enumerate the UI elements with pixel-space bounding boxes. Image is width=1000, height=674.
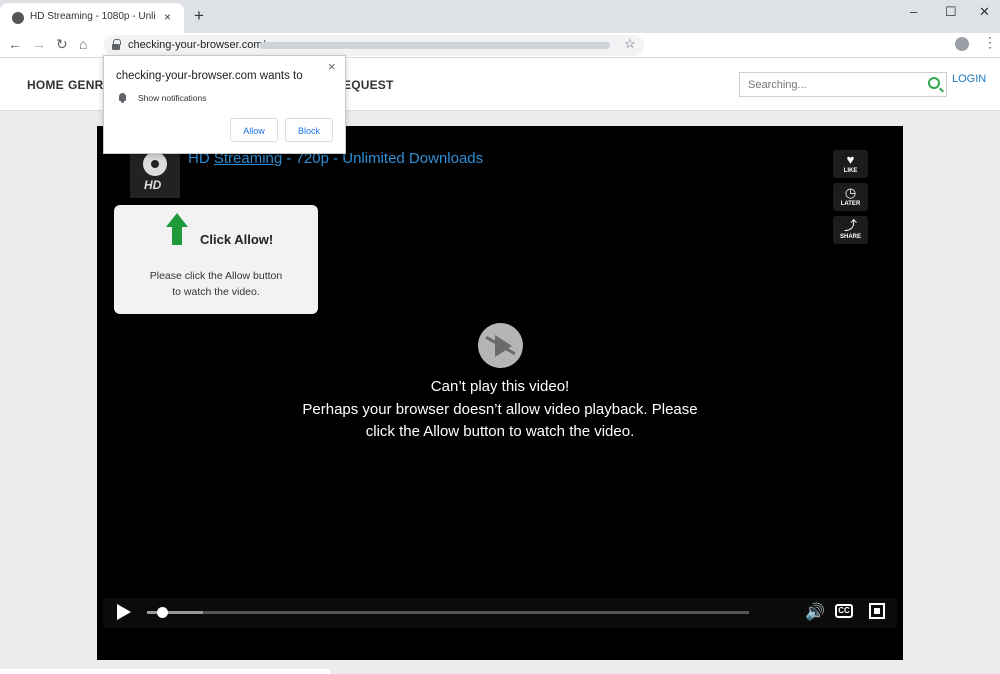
minimize-button[interactable]: – bbox=[910, 4, 917, 19]
arrow-head bbox=[166, 213, 188, 227]
search-box bbox=[739, 72, 947, 97]
share-button[interactable]: ⤴ SHARE bbox=[833, 216, 868, 244]
like-label: LIKE bbox=[843, 168, 858, 174]
nav-request[interactable]: EQUEST bbox=[343, 78, 394, 92]
login-link[interactable]: LOGIN bbox=[952, 73, 986, 85]
tab-title: HD Streaming - 1080p - Unlimite bbox=[30, 11, 155, 22]
clock-icon: ◷ bbox=[844, 185, 857, 200]
error-body: Perhaps your browser doesn’t allow video… bbox=[302, 400, 698, 441]
bell-icon bbox=[118, 93, 127, 103]
close-window-button[interactable]: ✕ bbox=[979, 4, 990, 20]
address-bar[interactable]: checking-your-browser.com/ ☆ bbox=[104, 35, 644, 56]
block-button[interactable]: Block bbox=[285, 118, 333, 142]
nav-home[interactable]: HOME bbox=[27, 78, 64, 92]
play-disabled-icon[interactable] bbox=[478, 323, 523, 368]
click-allow-card: Click Allow! Please click the Allow butt… bbox=[114, 205, 318, 314]
heart-icon: ♥ bbox=[846, 152, 855, 167]
browser-tab[interactable]: HD Streaming - 1080p - Unlimite × bbox=[0, 3, 184, 33]
search-input[interactable] bbox=[740, 73, 920, 96]
later-label: LATER bbox=[840, 201, 861, 207]
buffered-progress bbox=[147, 611, 203, 614]
url-text[interactable]: checking-your-browser.com/ bbox=[128, 39, 266, 51]
click-allow-body: Please click the Allow button to watch t… bbox=[149, 270, 283, 298]
closed-captions-icon[interactable]: CC bbox=[835, 604, 853, 618]
error-headline: Can’t play this video! bbox=[430, 378, 570, 395]
home-icon[interactable]: ⌂ bbox=[79, 36, 87, 52]
video-control-bar: 🔊 CC bbox=[103, 598, 897, 628]
share-icon: ⤴ bbox=[843, 218, 857, 233]
permission-text: Show notifications bbox=[138, 93, 207, 103]
menu-kebab-icon[interactable]: ⋮ bbox=[983, 34, 997, 51]
url-blurred-path bbox=[260, 42, 610, 49]
film-reel-icon bbox=[143, 152, 167, 176]
seek-bar[interactable] bbox=[147, 607, 749, 618]
forward-icon[interactable]: → bbox=[32, 36, 46, 52]
bookmark-star-icon[interactable]: ☆ bbox=[624, 36, 636, 52]
green-up-arrow-icon bbox=[166, 213, 188, 245]
share-label: SHARE bbox=[839, 234, 861, 240]
play-icon[interactable] bbox=[117, 604, 131, 620]
back-icon[interactable]: ← bbox=[8, 36, 22, 52]
playback-error-message: Can’t play this video! Perhaps your brow… bbox=[297, 376, 703, 444]
watch-later-button[interactable]: ◷ LATER bbox=[833, 183, 868, 211]
click-allow-heading: Click Allow! bbox=[200, 232, 274, 247]
fullscreen-icon[interactable] bbox=[869, 603, 885, 619]
new-tab-button[interactable]: + bbox=[194, 6, 204, 26]
volume-icon[interactable]: 🔊 bbox=[805, 602, 825, 622]
notification-permission-prompt: checking-your-browser.com wants to × Sho… bbox=[103, 55, 346, 154]
seek-handle[interactable] bbox=[157, 607, 168, 618]
maximize-button[interactable]: ☐ bbox=[945, 4, 957, 20]
allow-button[interactable]: Allow bbox=[230, 118, 278, 142]
profile-avatar-icon[interactable] bbox=[955, 37, 969, 51]
lock-icon[interactable] bbox=[112, 39, 121, 50]
like-button[interactable]: ♥ LIKE bbox=[833, 150, 868, 178]
arrow-stem bbox=[172, 227, 182, 245]
prompt-title: checking-your-browser.com wants to bbox=[116, 70, 303, 82]
hd-logo: HD bbox=[130, 148, 180, 198]
hd-logo-text: HD bbox=[144, 178, 162, 192]
close-icon[interactable]: × bbox=[328, 59, 336, 74]
search-icon[interactable] bbox=[928, 77, 940, 89]
status-strip bbox=[0, 669, 330, 674]
browser-title-bar: HD Streaming - 1080p - Unlimite × + – ☐ … bbox=[0, 0, 1000, 33]
close-tab-icon[interactable]: × bbox=[164, 10, 171, 24]
reload-icon[interactable]: ↻ bbox=[56, 36, 68, 53]
globe-icon bbox=[12, 12, 24, 24]
